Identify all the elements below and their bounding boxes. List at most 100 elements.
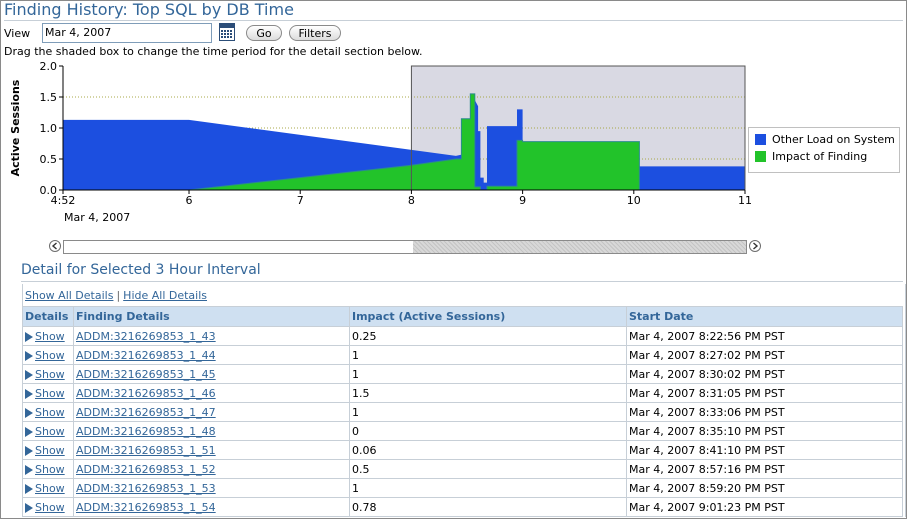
table-row: Show ADDM:3216269853_1_53 1 Mar 4, 2007 8:5…	[22, 478, 903, 498]
x-tick-label: 9	[519, 194, 526, 207]
show-link-label[interactable]: Show	[35, 406, 65, 419]
show-detail-link[interactable]: Show	[25, 406, 65, 419]
expand-arrow-icon[interactable]	[25, 388, 33, 399]
title-divider	[4, 20, 903, 21]
show-link-label[interactable]: Show	[35, 387, 65, 400]
hide-all-details-link[interactable]: Hide All Details	[123, 289, 207, 302]
expand-arrow-icon[interactable]	[25, 464, 33, 475]
row-impact-cell: 1.5	[349, 383, 627, 403]
show-link-label[interactable]: Show	[35, 444, 65, 457]
expand-arrow-icon[interactable]	[25, 331, 33, 342]
table-row: Show ADDM:3216269853_1_46 1.5 Mar 4, 2007 8…	[22, 383, 903, 403]
finding-link[interactable]: ADDM:3216269853_1_53	[76, 482, 216, 495]
y-tick-label: 1.5	[40, 91, 58, 104]
table-row: Show ADDM:3216269853_1_43 0.25 Mar 4, 2007 …	[22, 326, 903, 346]
x-tick-label: 8	[408, 194, 415, 207]
row-finding-cell: ADDM:3216269853_1_44	[73, 345, 350, 365]
show-detail-link[interactable]: Show	[25, 444, 65, 457]
row-start-date-cell: Mar 4, 2007 8:22:56 PM PST	[626, 326, 903, 346]
column-header-finding-details[interactable]: Finding Details	[73, 306, 350, 327]
row-start-date-cell: Mar 4, 2007 8:57:16 PM PST	[626, 459, 903, 479]
row-finding-cell: ADDM:3216269853_1_47	[73, 402, 350, 422]
column-header-details[interactable]: Details	[22, 306, 74, 327]
show-detail-link[interactable]: Show	[25, 425, 65, 438]
show-link-label[interactable]: Show	[35, 368, 65, 381]
expand-arrow-icon[interactable]	[25, 369, 33, 380]
table-row: Show ADDM:3216269853_1_52 0.5 Mar 4, 2007 8…	[22, 459, 903, 479]
expand-arrow-icon[interactable]	[25, 407, 33, 418]
time-range-scrollbar[interactable]	[63, 240, 747, 254]
y-tick-label: 0.5	[40, 153, 58, 166]
findings-table: Details Finding Details Impact (Active S…	[22, 306, 903, 517]
scroll-right-icon[interactable]	[749, 240, 761, 252]
legend-swatch-impact	[755, 151, 766, 162]
finding-link[interactable]: ADDM:3216269853_1_45	[76, 368, 216, 381]
finding-link[interactable]: ADDM:3216269853_1_46	[76, 387, 216, 400]
finding-link[interactable]: ADDM:3216269853_1_44	[76, 349, 216, 362]
x-date-label: Mar 4, 2007	[64, 211, 130, 224]
table-row: Show ADDM:3216269853_1_47 1 Mar 4, 2007 8:3…	[22, 402, 903, 422]
legend-item-other-load: Other Load on System	[755, 133, 895, 146]
x-tick-label: 10	[627, 194, 641, 207]
expand-arrow-icon[interactable]	[25, 483, 33, 494]
show-detail-link[interactable]: Show	[25, 501, 65, 514]
legend-swatch-other-load	[755, 134, 766, 145]
row-impact-cell: 1	[349, 402, 627, 422]
y-tick-label: 2.0	[40, 60, 58, 73]
show-link-label[interactable]: Show	[35, 482, 65, 495]
row-start-date-cell: Mar 4, 2007 8:31:05 PM PST	[626, 383, 903, 403]
scroll-left-icon[interactable]	[49, 240, 61, 252]
row-impact-cell: 1	[349, 345, 627, 365]
table-row: Show ADDM:3216269853_1_44 1 Mar 4, 2007 8:2…	[22, 345, 903, 365]
legend-item-impact: Impact of Finding	[755, 150, 867, 163]
row-start-date-cell: Mar 4, 2007 8:33:06 PM PST	[626, 402, 903, 422]
show-link-label[interactable]: Show	[35, 330, 65, 343]
show-all-details-link[interactable]: Show All Details	[25, 289, 113, 302]
show-detail-link[interactable]: Show	[25, 463, 65, 476]
column-header-impact[interactable]: Impact (Active Sessions)	[349, 306, 627, 327]
finding-link[interactable]: ADDM:3216269853_1_43	[76, 330, 216, 343]
finding-link[interactable]: ADDM:3216269853_1_54	[76, 501, 216, 514]
page-title: Finding History: Top SQL by DB Time	[4, 0, 294, 19]
filters-button[interactable]: Filters	[289, 25, 341, 41]
show-link-label[interactable]: Show	[35, 425, 65, 438]
calendar-icon[interactable]	[219, 23, 235, 41]
expand-arrow-icon[interactable]	[25, 426, 33, 437]
detail-divider	[21, 281, 903, 282]
finding-link[interactable]: ADDM:3216269853_1_52	[76, 463, 216, 476]
column-header-start-date[interactable]: Start Date	[626, 306, 903, 327]
table-row: Show ADDM:3216269853_1_48 0 Mar 4, 2007 8:3…	[22, 421, 903, 441]
finding-link[interactable]: ADDM:3216269853_1_47	[76, 406, 216, 419]
row-start-date-cell: Mar 4, 2007 8:35:10 PM PST	[626, 421, 903, 441]
show-detail-link[interactable]: Show	[25, 330, 65, 343]
row-impact-cell: 0.5	[349, 459, 627, 479]
show-detail-link[interactable]: Show	[25, 368, 65, 381]
go-button[interactable]: Go	[246, 25, 282, 41]
table-row: Show ADDM:3216269853_1_54 0.78 Mar 4, 2007 …	[22, 497, 903, 517]
show-link-label[interactable]: Show	[35, 349, 65, 362]
show-detail-link[interactable]: Show	[25, 387, 65, 400]
expand-arrow-icon[interactable]	[25, 350, 33, 361]
row-start-date-cell: Mar 4, 2007 9:01:23 PM PST	[626, 497, 903, 517]
finding-link[interactable]: ADDM:3216269853_1_48	[76, 425, 216, 438]
row-details-cell: Show	[22, 326, 74, 346]
table-row: Show ADDM:3216269853_1_45 1 Mar 4, 2007 8:3…	[22, 364, 903, 384]
date-input[interactable]	[42, 23, 212, 43]
show-link-label[interactable]: Show	[35, 463, 65, 476]
show-link-label[interactable]: Show	[35, 501, 65, 514]
expand-arrow-icon[interactable]	[25, 445, 33, 456]
row-impact-cell: 1	[349, 478, 627, 498]
row-impact-cell: 0	[349, 421, 627, 441]
show-detail-link[interactable]: Show	[25, 482, 65, 495]
time-range-scroll-thumb[interactable]	[413, 241, 746, 253]
finding-link[interactable]: ADDM:3216269853_1_51	[76, 444, 216, 457]
legend-label-other-load: Other Load on System	[772, 133, 895, 146]
row-start-date-cell: Mar 4, 2007 8:59:20 PM PST	[626, 478, 903, 498]
row-finding-cell: ADDM:3216269853_1_53	[73, 478, 350, 498]
row-details-cell: Show	[22, 497, 74, 517]
row-finding-cell: ADDM:3216269853_1_51	[73, 440, 350, 460]
show-detail-link[interactable]: Show	[25, 349, 65, 362]
row-start-date-cell: Mar 4, 2007 8:41:10 PM PST	[626, 440, 903, 460]
table-row: Show ADDM:3216269853_1_51 0.06 Mar 4, 2007 …	[22, 440, 903, 460]
expand-arrow-icon[interactable]	[25, 502, 33, 513]
